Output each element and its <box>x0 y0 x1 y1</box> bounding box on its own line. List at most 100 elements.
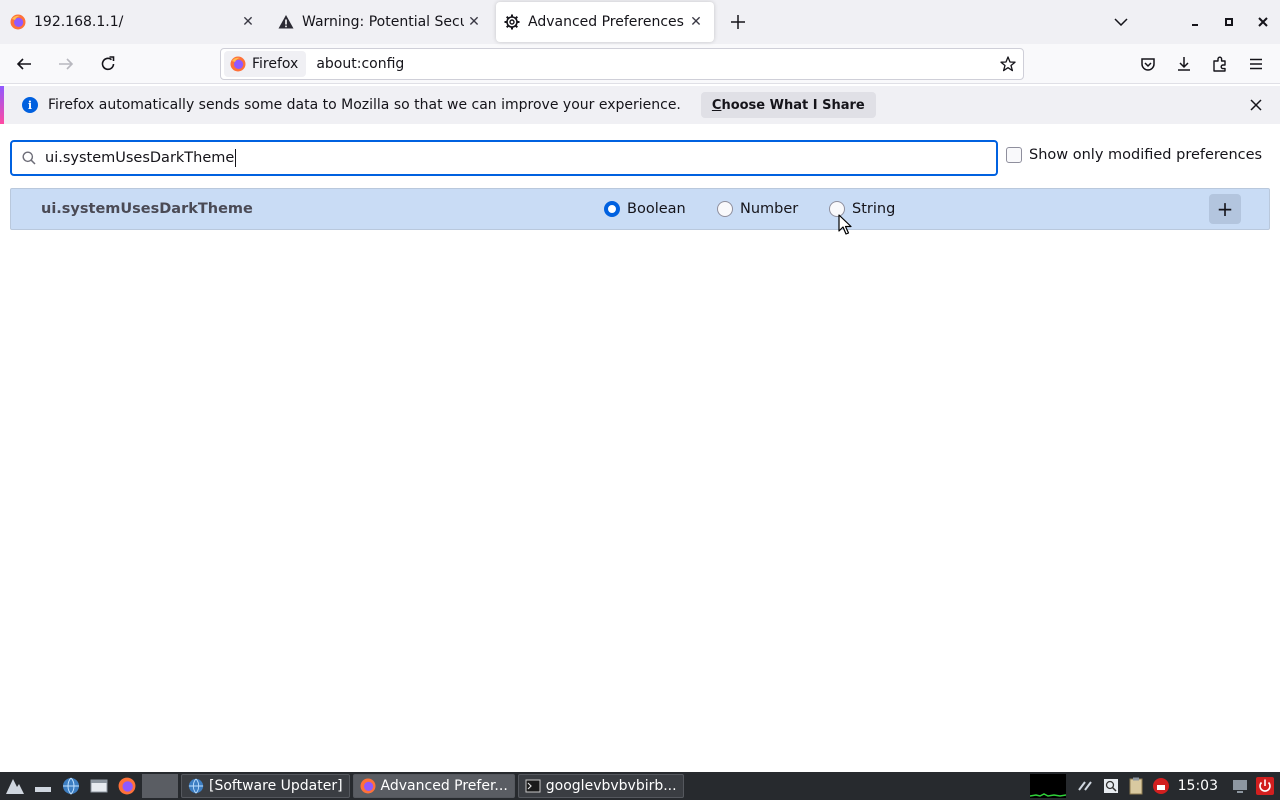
tab-title: 192.168.1.1/ <box>34 14 124 30</box>
new-tab-button[interactable] <box>716 0 760 44</box>
firefox-icon <box>118 777 136 795</box>
plus-icon <box>731 15 745 29</box>
show-modified-only-checkbox[interactable]: Show only modified preferences <box>1006 147 1262 163</box>
list-all-tabs-button[interactable] <box>1104 0 1138 44</box>
maximize-button[interactable] <box>1212 0 1246 44</box>
app-menu-button[interactable] <box>1238 48 1274 80</box>
task-label: [Software Updater] <box>209 778 343 794</box>
search-tray-icon[interactable] <box>1100 776 1122 796</box>
gear-icon <box>504 14 520 30</box>
pocket-icon <box>1141 58 1155 71</box>
choose-what-i-share-button[interactable]: Choose What I Share <box>700 92 876 118</box>
network-tray-icon[interactable] <box>1075 776 1097 796</box>
checkbox[interactable] <box>1006 147 1022 163</box>
new-preference-row: ui.systemUsesDarkTheme Boolean Number St… <box>10 188 1270 230</box>
puzzle-icon <box>1213 56 1226 72</box>
screen-tray-icon[interactable] <box>1229 776 1251 796</box>
star-icon <box>1000 56 1016 72</box>
preference-search-input[interactable]: ui.systemUsesDarkTheme <box>10 140 998 176</box>
tab-strip: 192.168.1.1/ ✕ Warning: Potential Securi… <box>0 0 1280 44</box>
tab-title: Warning: Potential Securi <box>302 14 464 30</box>
terminal-icon <box>525 779 541 793</box>
preference-name: ui.systemUsesDarkTheme <box>41 201 253 217</box>
close-tab-icon[interactable]: ✕ <box>464 12 484 32</box>
close-icon <box>1258 17 1268 27</box>
extensions-button[interactable] <box>1202 48 1238 80</box>
accesskey-letter: C <box>711 97 722 113</box>
type-radio-number[interactable]: Number <box>717 201 798 217</box>
close-tab-icon[interactable]: ✕ <box>238 12 258 32</box>
checkbox-label: Show only modified preferences <box>1029 147 1263 163</box>
pocket-button[interactable] <box>1130 48 1166 80</box>
close-icon <box>1250 99 1262 111</box>
task-label: googlevbvbvbirb... <box>545 778 677 794</box>
magnifier-icon <box>1103 779 1118 793</box>
forward-arrow-icon <box>59 57 74 70</box>
chevron-down-icon <box>1114 18 1128 26</box>
radio-button-checked[interactable] <box>604 201 620 217</box>
maximize-icon <box>1225 18 1233 26</box>
type-radio-boolean[interactable]: Boolean <box>604 201 686 217</box>
back-arrow-icon <box>16 57 31 70</box>
clipboard-tray-icon[interactable] <box>1125 776 1147 796</box>
address-bar[interactable]: Firefox about:config <box>220 48 1024 80</box>
globe-icon <box>188 778 204 794</box>
system-tray: 15:03 <box>1029 774 1280 798</box>
close-window-button[interactable] <box>1246 0 1280 44</box>
tab-advanced-preferences[interactable]: Advanced Preferences ✕ <box>494 0 716 44</box>
forward-button[interactable] <box>48 48 84 80</box>
add-preference-button[interactable]: + <box>1209 194 1241 224</box>
radio-button[interactable] <box>717 201 733 217</box>
radio-label: Boolean <box>627 201 686 217</box>
reload-icon <box>101 55 115 70</box>
radio-label: Number <box>740 201 799 217</box>
downloads-button[interactable] <box>1166 48 1202 80</box>
start-menu-button[interactable] <box>2 774 28 798</box>
text-caret <box>235 149 237 167</box>
reload-button[interactable] <box>90 48 126 80</box>
firefox-launcher[interactable] <box>114 774 140 798</box>
navigation-toolbar: Firefox about:config <box>0 44 1280 84</box>
network-launcher[interactable] <box>58 774 84 798</box>
hamburger-menu-icon <box>1250 58 1262 70</box>
minimize-icon <box>1192 24 1198 26</box>
power-icon <box>1256 777 1274 795</box>
network-icon <box>1077 781 1092 791</box>
tab-warning[interactable]: Warning: Potential Securi ✕ <box>268 0 494 44</box>
file-manager-launcher[interactable] <box>86 774 112 798</box>
show-desktop-button[interactable] <box>30 774 56 798</box>
firefox-icon <box>360 778 376 794</box>
window-icon <box>90 779 108 793</box>
info-icon: i <box>22 97 38 113</box>
tab-192-168-1-1[interactable]: 192.168.1.1/ ✕ <box>0 0 268 44</box>
cpu-monitor <box>1029 774 1066 798</box>
close-notification-button[interactable] <box>1246 95 1266 115</box>
start-menu-icon <box>6 779 24 794</box>
identity-box[interactable]: Firefox <box>224 51 307 77</box>
mouse-pointer-icon <box>838 214 852 235</box>
radio-label: String <box>852 201 896 217</box>
globe-icon <box>63 777 79 795</box>
tab-title: Advanced Preferences <box>528 14 684 30</box>
shutdown-button[interactable] <box>1254 776 1276 796</box>
search-value: ui.systemUsesDarkTheme <box>45 149 237 167</box>
button-label: hoose What I Share <box>721 97 865 113</box>
taskbar-item-advanced-preferences[interactable]: Advanced Prefer... <box>352 774 515 798</box>
desktop-icon <box>35 787 51 792</box>
taskbar-item-software-updater[interactable]: [Software Updater] <box>181 774 350 798</box>
taskbar-item-terminal[interactable]: googlevbvbvbirb... <box>517 774 684 798</box>
cpu-graph-icon <box>1029 793 1066 797</box>
workspace-switcher[interactable] <box>142 774 178 798</box>
warning-icon <box>278 15 294 29</box>
url-text[interactable]: about:config <box>316 56 993 72</box>
back-button[interactable] <box>6 48 42 80</box>
bookmark-star-button[interactable] <box>993 56 1023 72</box>
monitor-icon <box>1233 780 1247 793</box>
close-tab-icon[interactable]: ✕ <box>686 12 706 32</box>
data-reporting-notification: i Firefox automatically sends some data … <box>0 86 1280 124</box>
minimize-button[interactable] <box>1178 0 1212 44</box>
firefox-icon <box>230 56 246 72</box>
download-icon <box>1178 57 1190 71</box>
clock[interactable]: 15:03 <box>1178 778 1218 794</box>
updates-tray-icon[interactable] <box>1150 776 1172 796</box>
